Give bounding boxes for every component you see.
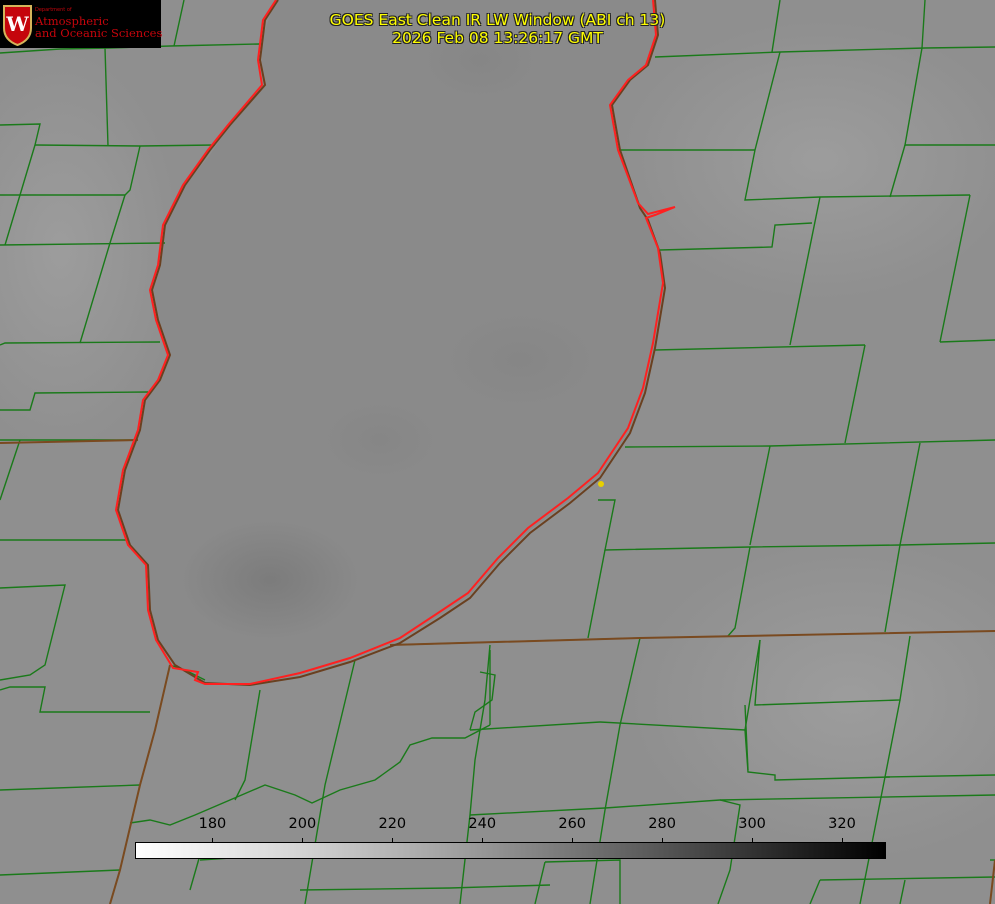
image-title: GOES East Clean IR LW Window (ABI ch 13)… — [0, 11, 995, 47]
colorbar-tick — [302, 838, 304, 843]
colorbar-tick — [572, 838, 574, 843]
satellite-image-viewer: W Department of Atmospheric and Oceanic … — [0, 0, 995, 904]
cool-area — [320, 400, 440, 480]
colorbar-tick — [842, 838, 844, 843]
location-marker — [598, 481, 604, 487]
colorbar-tick — [212, 838, 214, 843]
colorbar-tick — [392, 838, 394, 843]
colorbar-tick-label: 280 — [648, 816, 676, 832]
title-product: GOES East Clean IR LW Window (ABI ch 13) — [329, 11, 666, 29]
colorbar-tick — [482, 838, 484, 843]
colorbar-tick-label: 320 — [828, 816, 856, 832]
colorbar-tick-label: 240 — [468, 816, 497, 832]
temperature-colorbar: 180 200 220 240 260 280 300 320 — [135, 816, 886, 859]
colorbar-tick — [662, 838, 664, 843]
satellite-map — [0, 0, 995, 904]
colorbar-tick-label: 220 — [378, 816, 407, 832]
cool-area — [180, 520, 360, 640]
colorbar-tick-label: 300 — [738, 816, 766, 832]
colorbar-tick-label: 200 — [288, 816, 317, 832]
colorbar-tick — [752, 838, 754, 843]
cool-area — [440, 310, 600, 410]
title-timestamp: 2026 Feb 08 13:26:17 GMT — [392, 29, 603, 47]
colorbar-tick-label: 260 — [558, 816, 587, 832]
colorbar-tick-label: 180 — [198, 816, 227, 832]
